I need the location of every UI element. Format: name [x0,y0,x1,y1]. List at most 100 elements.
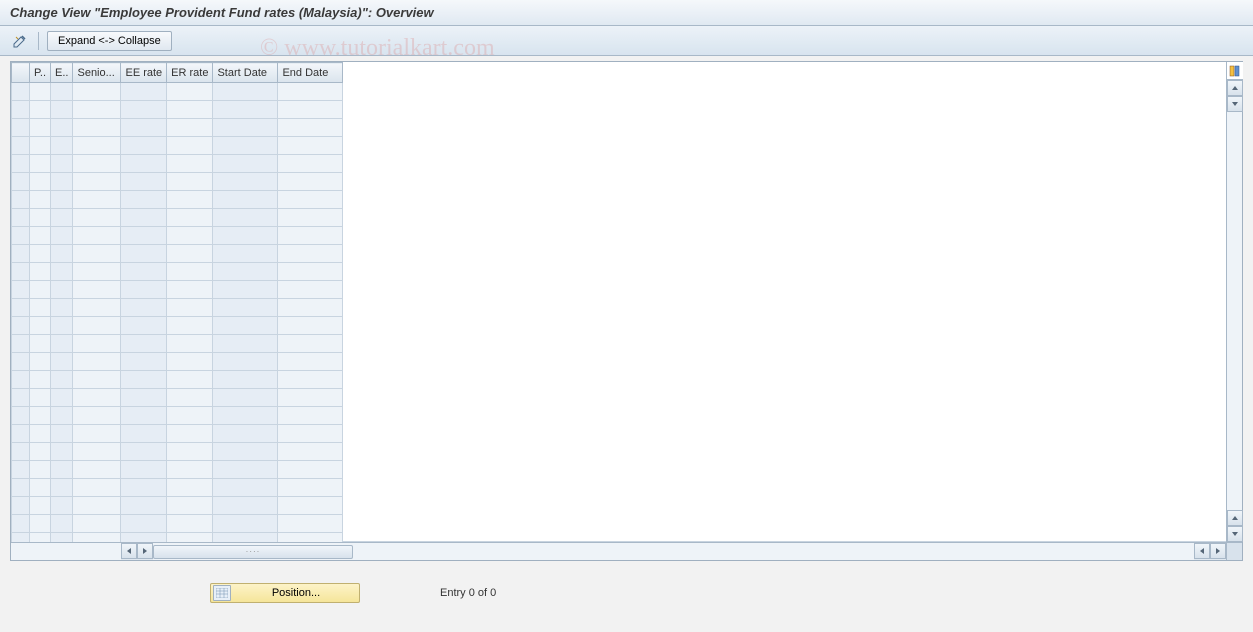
row-selector[interactable] [12,155,30,173]
table-cell[interactable] [167,371,213,389]
table-cell[interactable] [213,173,278,191]
table-cell[interactable] [278,227,343,245]
row-selector[interactable] [12,83,30,101]
table-cell[interactable] [30,497,51,515]
table-cell[interactable] [167,191,213,209]
table-cell[interactable] [51,371,73,389]
table-cell[interactable] [167,245,213,263]
table-cell[interactable] [167,227,213,245]
table-cell[interactable] [51,443,73,461]
table-cell[interactable] [51,191,73,209]
table-cell[interactable] [30,245,51,263]
table-cell[interactable] [51,533,73,543]
table-cell[interactable] [51,227,73,245]
table-cell[interactable] [213,119,278,137]
column-header-start-date[interactable]: Start Date [213,63,278,83]
select-all-header[interactable] [12,63,30,83]
table-cell[interactable] [278,479,343,497]
table-cell[interactable] [121,497,167,515]
table-cell[interactable] [167,443,213,461]
table-cell[interactable] [30,227,51,245]
vertical-scrollbar[interactable] [1226,62,1242,542]
table-cell[interactable] [30,209,51,227]
table-cell[interactable] [167,155,213,173]
table-cell[interactable] [73,263,121,281]
table-cell[interactable] [213,461,278,479]
table-cell[interactable] [30,533,51,543]
table-cell[interactable] [278,497,343,515]
table-cell[interactable] [30,407,51,425]
table-cell[interactable] [278,281,343,299]
table-cell[interactable] [121,443,167,461]
table-cell[interactable] [30,479,51,497]
row-selector[interactable] [12,245,30,263]
table-cell[interactable] [167,299,213,317]
table-cell[interactable] [51,101,73,119]
row-selector[interactable] [12,515,30,533]
table-cell[interactable] [167,263,213,281]
row-selector[interactable] [12,371,30,389]
table-cell[interactable] [213,425,278,443]
table-cell[interactable] [278,407,343,425]
scroll-up-button[interactable] [1227,80,1243,96]
table-cell[interactable] [73,335,121,353]
horizontal-scroll-track[interactable]: ···· [153,543,1194,560]
table-cell[interactable] [167,425,213,443]
table-cell[interactable] [167,83,213,101]
row-selector[interactable] [12,263,30,281]
row-selector[interactable] [12,479,30,497]
row-selector[interactable] [12,317,30,335]
table-cell[interactable] [278,101,343,119]
table-cell[interactable] [121,515,167,533]
table-cell[interactable] [30,263,51,281]
scroll-left-button[interactable] [121,543,137,559]
table-cell[interactable] [73,461,121,479]
scroll-down-button-2[interactable] [1227,526,1243,542]
table-cell[interactable] [121,335,167,353]
row-selector[interactable] [12,461,30,479]
table-cell[interactable] [167,461,213,479]
table-cell[interactable] [121,353,167,371]
table-cell[interactable] [51,317,73,335]
table-cell[interactable] [51,515,73,533]
table-cell[interactable] [278,83,343,101]
scroll-right-button-2[interactable] [1210,543,1226,559]
scroll-up-button-2[interactable] [1227,510,1243,526]
table-cell[interactable] [73,227,121,245]
table-cell[interactable] [278,371,343,389]
table-cell[interactable] [121,461,167,479]
table-cell[interactable] [51,461,73,479]
table-cell[interactable] [213,515,278,533]
scroll-right-button[interactable] [137,543,153,559]
table-cell[interactable] [30,299,51,317]
table-cell[interactable] [167,173,213,191]
table-cell[interactable] [121,119,167,137]
table-cell[interactable] [51,299,73,317]
table-cell[interactable] [73,83,121,101]
row-selector[interactable] [12,533,30,543]
scroll-left-button-2[interactable] [1194,543,1210,559]
table-cell[interactable] [51,407,73,425]
table-cell[interactable] [30,353,51,371]
table-cell[interactable] [278,209,343,227]
toggle-edit-icon[interactable] [10,31,30,51]
column-header-p[interactable]: P.. [30,63,51,83]
table-cell[interactable] [30,83,51,101]
table-cell[interactable] [121,137,167,155]
table-cell[interactable] [278,245,343,263]
table-cell[interactable] [213,533,278,543]
table-cell[interactable] [30,335,51,353]
table-cell[interactable] [121,479,167,497]
table-cell[interactable] [213,101,278,119]
row-selector[interactable] [12,191,30,209]
table-cell[interactable] [121,227,167,245]
table-cell[interactable] [51,155,73,173]
table-cell[interactable] [30,281,51,299]
table-cell[interactable] [73,479,121,497]
table-cell[interactable] [30,119,51,137]
row-selector[interactable] [12,299,30,317]
table-cell[interactable] [213,137,278,155]
table-cell[interactable] [73,101,121,119]
table-cell[interactable] [213,191,278,209]
table-cell[interactable] [73,155,121,173]
